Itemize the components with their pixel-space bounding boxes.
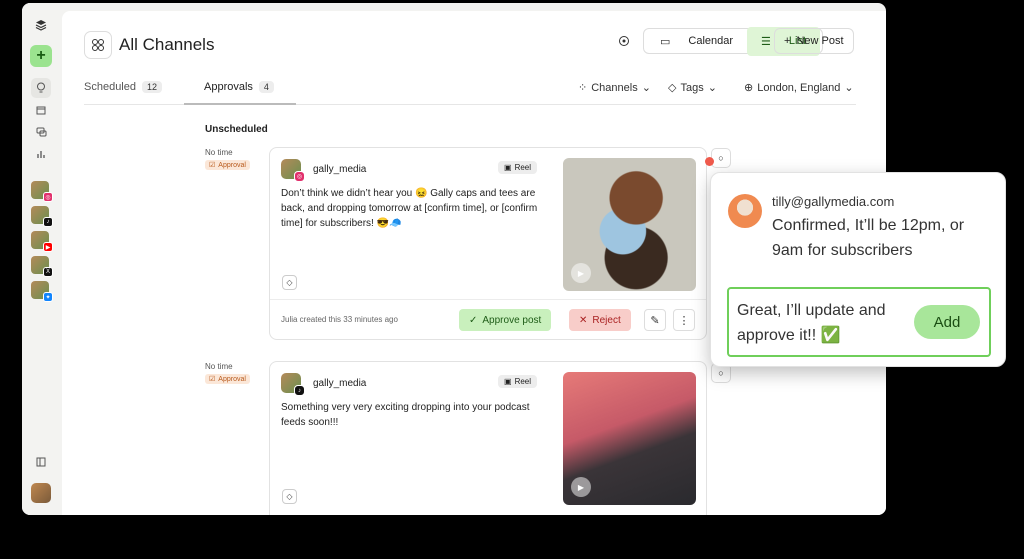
post-card[interactable]: ♪ gally_media ▣ Reel Something very very … [269, 361, 707, 515]
channel-avatar-youtube[interactable]: ▶ [31, 231, 53, 252]
page-title: All Channels [119, 35, 215, 54]
layers-logo-icon[interactable] [31, 15, 51, 35]
check-icon: ✓ [469, 314, 478, 326]
channel-avatar-x[interactable]: X [31, 256, 53, 277]
commenter-avatar [728, 194, 762, 228]
lightbulb-icon[interactable] [31, 78, 51, 98]
post-type-badge: ▣ Reel [498, 161, 538, 174]
comment-popover: tilly@gallymedia.com Confirmed, It’ll be… [710, 172, 1006, 367]
post-media-thumbnail[interactable]: ▶ [563, 372, 696, 505]
chevron-down-icon: ⌄ [844, 82, 854, 94]
globe-icon: ⊕ [744, 82, 754, 94]
post-avatar: ◎ [281, 159, 305, 182]
analytics-icon[interactable] [31, 144, 51, 164]
chevron-down-icon: ⌄ [641, 82, 651, 94]
add-icon[interactable]: + [30, 45, 52, 67]
bluesky-icon: ✦ [43, 292, 53, 302]
more-options-button[interactable]: ⋮ [673, 309, 695, 331]
approval-badge: ☑ Approval [205, 160, 250, 170]
notification-dot [705, 157, 714, 166]
comment-icon: ○ [718, 153, 724, 163]
chevron-down-icon: ⌄ [707, 82, 717, 94]
play-icon[interactable]: ▶ [571, 263, 591, 283]
created-by-text: Julia created this 33 minutes ago [281, 315, 398, 324]
post-body: Something very very exciting dropping in… [281, 402, 530, 428]
sidebar-rail: + ◎ ♪ ▶ X ✦ [22, 3, 60, 515]
post-time-label: No time ☑ Approval [205, 148, 250, 170]
add-comment-button[interactable]: Add [914, 305, 980, 339]
comment-text: Confirmed, It’ll be 12pm, or 9am for sub… [772, 217, 965, 259]
close-icon: ✕ [579, 314, 588, 326]
youtube-icon: ▶ [43, 242, 53, 252]
comments-toggle-button[interactable] [618, 29, 630, 55]
post-footer: Julia created this 33 minutes ago ✓ Appro… [270, 299, 706, 340]
all-channels-grid-icon [84, 31, 112, 59]
tab-bar: Scheduled 12 Approvals 4 ⁘ Channels ⌄ ◇ … [84, 77, 856, 105]
user-avatar[interactable] [31, 483, 51, 503]
tiktok-icon: ♪ [294, 385, 305, 396]
calendar-icon: ▭ [660, 35, 671, 48]
channel-avatar-tiktok[interactable]: ♪ [31, 206, 53, 227]
reel-icon: ▣ [504, 163, 512, 172]
timezone-filter[interactable]: ⊕ London, England ⌄ [744, 81, 854, 95]
checkbox-icon: ☑ [209, 376, 216, 383]
add-tag-icon[interactable]: ◇ [282, 275, 297, 290]
new-post-button[interactable]: + New Post [774, 28, 854, 54]
reject-button[interactable]: ✕ Reject [569, 309, 631, 331]
reel-icon: ▣ [504, 377, 512, 386]
post-comment-button[interactable]: ○ [711, 148, 731, 168]
post-username: gally_media [313, 378, 367, 389]
plus-icon: + [784, 35, 791, 47]
comment-icon: ○ [718, 368, 724, 378]
post-card[interactable]: ◎ gally_media ▣ Reel Don’t think we didn’… [269, 147, 707, 340]
comment-icon [618, 35, 630, 50]
calendar-icon[interactable] [31, 100, 51, 120]
play-icon[interactable]: ▶ [571, 477, 591, 497]
add-tag-icon[interactable]: ◇ [282, 489, 297, 504]
channel-avatar-instagram[interactable]: ◎ [31, 181, 53, 202]
collapse-sidebar-icon[interactable] [31, 452, 51, 472]
reply-input-text: Great, I’ll update and approve it!! ✅ [737, 302, 886, 344]
grid-icon: ⁘ [578, 82, 588, 94]
post-username: gally_media [313, 164, 367, 175]
tags-filter[interactable]: ◇ Tags ⌄ [668, 81, 717, 95]
active-tab-indicator [184, 103, 296, 105]
post-media-thumbnail[interactable]: ▶ [563, 158, 696, 291]
post-avatar: ♪ [281, 373, 305, 396]
reply-input[interactable]: Great, I’ll update and approve it!! ✅ Ad… [727, 287, 991, 357]
approval-badge: ☑ Approval [205, 374, 250, 384]
tag-icon: ◇ [668, 82, 677, 94]
instagram-icon: ◎ [294, 171, 305, 182]
post-body: Don’t think we didn’t hear you 😖 Gally c… [281, 188, 538, 229]
checkbox-icon: ☑ [209, 162, 216, 169]
channels-filter[interactable]: ⁘ Channels ⌄ [578, 81, 651, 95]
x-icon: X [43, 267, 53, 277]
approve-post-button[interactable]: ✓ Approve post [459, 309, 552, 331]
section-title: Unscheduled [205, 124, 268, 135]
post-time-label: No time ☑ Approval [205, 362, 250, 384]
chat-icon[interactable] [31, 122, 51, 142]
tab-approvals[interactable]: Approvals 4 [204, 81, 274, 93]
instagram-icon: ◎ [43, 192, 53, 202]
pencil-icon: ✎ [650, 314, 660, 327]
channel-avatar-bluesky[interactable]: ✦ [31, 281, 53, 302]
calendar-view-button[interactable]: ▭ Calendar [646, 27, 747, 56]
comment-author: tilly@gallymedia.com [772, 194, 895, 209]
tab-scheduled[interactable]: Scheduled 12 [84, 81, 163, 93]
post-type-badge: ▣ Reel [498, 375, 538, 388]
edit-post-button[interactable]: ✎ [644, 309, 666, 331]
more-vertical-icon: ⋮ [678, 314, 690, 327]
tiktok-icon: ♪ [43, 217, 53, 227]
